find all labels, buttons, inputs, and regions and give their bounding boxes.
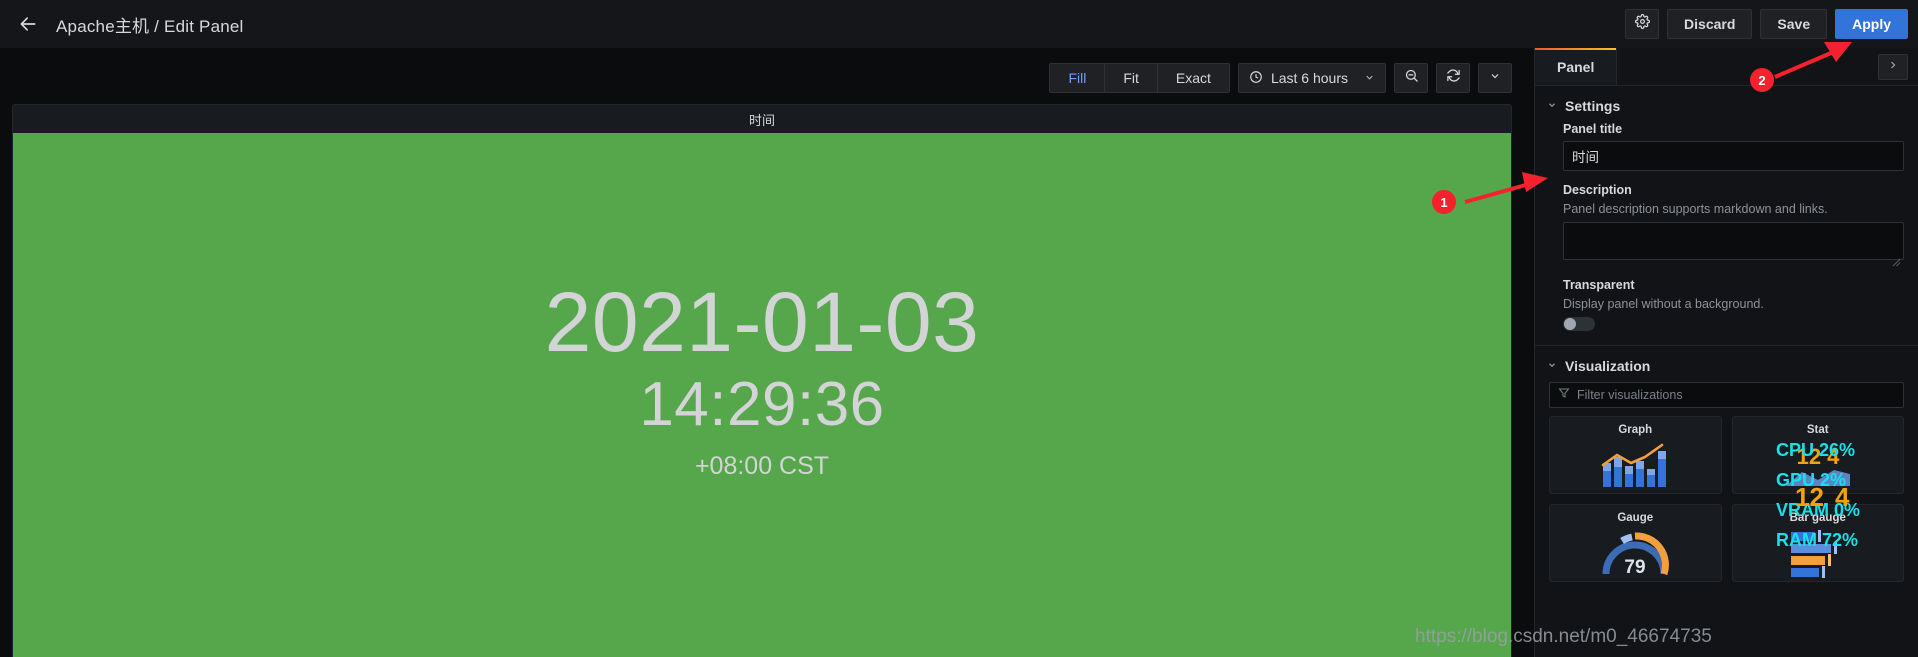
panel-settings-button[interactable] xyxy=(1625,9,1660,39)
viz-card-stat-label: Stat xyxy=(1806,424,1829,436)
viz-card-gauge[interactable]: Gauge 79 xyxy=(1549,504,1722,582)
transparent-label: Transparent xyxy=(1563,278,1635,292)
breadcrumb-title: Apache主机 / Edit Panel xyxy=(56,16,244,36)
transparent-toggle[interactable] xyxy=(1563,317,1595,331)
size-option-fill[interactable]: Fill xyxy=(1050,64,1106,92)
sidebar-scroll-area[interactable]: Settings Panel title Description Panel d… xyxy=(1535,86,1918,657)
back-button[interactable] xyxy=(0,0,56,48)
sidebar-tabbar: Panel xyxy=(1535,48,1918,86)
stat-viz-icon: 12 4 xyxy=(1733,436,1904,493)
preview-toolbar: Fill Fit Exact Last 6 hours xyxy=(1049,62,1512,94)
navbar-actions: Discard Save Apply xyxy=(1625,0,1908,48)
section-visualization-title: Visualization xyxy=(1565,358,1651,374)
field-description: Description Panel description supports m… xyxy=(1535,183,1918,267)
zoom-out-button[interactable] xyxy=(1394,63,1428,93)
panel-size-segmented-control: Fill Fit Exact xyxy=(1049,63,1230,93)
filter-visualizations-placeholder: Filter visualizations xyxy=(1577,388,1683,402)
chevron-down-icon xyxy=(1489,69,1501,87)
visualization-grid: Graph Stat 12 4 Gauge 79 Bar gauge xyxy=(1535,416,1918,582)
description-label: Description xyxy=(1563,183,1632,197)
svg-text:12 4: 12 4 xyxy=(1796,444,1840,469)
chevron-down-icon xyxy=(1547,100,1557,113)
clock-panel-body: 2021-01-03 14:29:36 +08:00 CST xyxy=(13,133,1511,657)
panel-container: 时间 2021-01-03 14:29:36 +08:00 CST xyxy=(12,104,1512,657)
refresh-button[interactable] xyxy=(1436,63,1470,93)
panel-options-sidebar: Panel Settings Panel title Descr xyxy=(1534,48,1918,657)
panel-preview-pane: Fill Fit Exact Last 6 hours 时间 2021-01-0… xyxy=(0,48,1534,657)
clock-panel[interactable]: 时间 2021-01-03 14:29:36 +08:00 CST xyxy=(12,104,1512,657)
transparent-toggle-knob xyxy=(1564,318,1576,330)
viz-card-graph-label: Graph xyxy=(1618,424,1653,436)
bar-gauge-viz-icon xyxy=(1733,524,1904,581)
clock-date: 2021-01-03 xyxy=(544,275,980,370)
clock-icon xyxy=(1249,70,1263,87)
section-visualization-header[interactable]: Visualization xyxy=(1535,346,1918,382)
collapse-sidebar-button[interactable] xyxy=(1878,53,1908,80)
discard-button[interactable]: Discard xyxy=(1667,9,1753,39)
viz-card-gauge-label: Gauge xyxy=(1617,512,1654,524)
viz-card-graph[interactable]: Graph xyxy=(1549,416,1722,494)
gauge-value: 79 xyxy=(1625,557,1646,578)
top-navbar: Apache主机 / Edit Panel Discard Save Apply xyxy=(0,0,1918,48)
viz-card-bar-gauge-label: Bar gauge xyxy=(1789,512,1846,524)
refresh-icon xyxy=(1446,68,1461,88)
size-option-exact[interactable]: Exact xyxy=(1158,64,1229,92)
apply-button[interactable]: Apply xyxy=(1835,9,1908,39)
gauge-viz-icon: 79 xyxy=(1550,524,1721,581)
save-button[interactable]: Save xyxy=(1760,9,1828,39)
tabbar-spacer xyxy=(1617,48,1878,85)
size-option-fit[interactable]: Fit xyxy=(1105,64,1158,92)
graph-viz-icon xyxy=(1550,436,1721,493)
grafana-edit-panel-app: Apache主机 / Edit Panel Discard Save Apply… xyxy=(0,0,1918,657)
field-panel-title: Panel title xyxy=(1535,122,1918,171)
panel-title-label: Panel title xyxy=(1563,122,1623,136)
clock-timezone: +08:00 CST xyxy=(694,451,830,480)
refresh-interval-dropdown[interactable] xyxy=(1478,63,1512,93)
description-help-text: Panel description supports markdown and … xyxy=(1563,202,1828,216)
arrow-left-icon xyxy=(18,14,38,34)
section-settings-header[interactable]: Settings xyxy=(1535,86,1918,122)
viz-card-bar-gauge[interactable]: Bar gauge xyxy=(1731,504,1904,582)
clock-time: 14:29:36 xyxy=(639,370,885,440)
filter-icon xyxy=(1558,386,1570,404)
panel-title[interactable]: 时间 xyxy=(13,105,1511,133)
transparent-help-text: Display panel without a background. xyxy=(1563,297,1764,311)
zoom-out-icon xyxy=(1404,68,1419,88)
gear-icon xyxy=(1634,14,1650,34)
filter-visualizations-field[interactable]: Filter visualizations xyxy=(1549,382,1904,408)
panel-title-input[interactable] xyxy=(1563,141,1904,171)
chevron-down-icon xyxy=(1547,360,1557,373)
description-textarea-wrap xyxy=(1563,222,1904,267)
chevron-right-icon xyxy=(1887,59,1899,74)
chevron-down-icon xyxy=(1364,70,1375,86)
section-settings-title: Settings xyxy=(1565,98,1621,114)
time-range-picker[interactable]: Last 6 hours xyxy=(1237,63,1386,93)
tab-panel[interactable]: Panel xyxy=(1535,48,1618,85)
viz-card-stat[interactable]: Stat 12 4 xyxy=(1731,416,1904,494)
description-textarea[interactable] xyxy=(1563,222,1904,260)
field-transparent: Transparent Display panel without a back… xyxy=(1535,278,1918,331)
time-range-label: Last 6 hours xyxy=(1270,70,1348,86)
